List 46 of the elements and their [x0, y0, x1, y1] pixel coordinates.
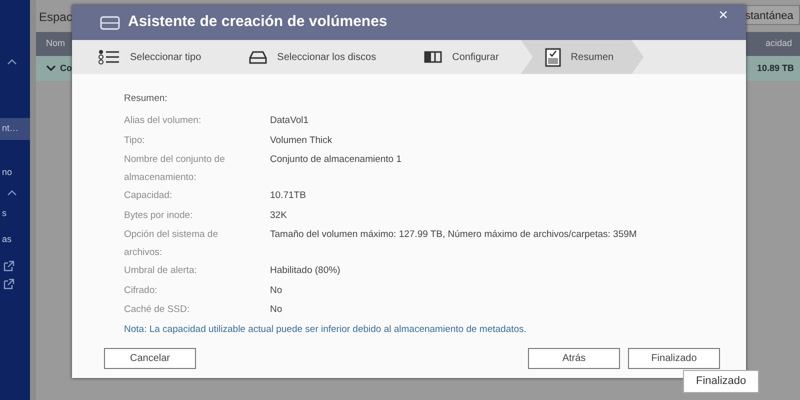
field-value: Volumen Thick [270, 134, 334, 148]
field-value: Conjunto de almacenamiento 1 [270, 153, 403, 168]
field-label: Umbral de alerta: [124, 264, 198, 278]
table-cell-text: 10.89 TB [756, 62, 794, 74]
external-link-icon [3, 278, 15, 290]
columns-icon [424, 50, 442, 64]
sidebar-item[interactable]: no [0, 162, 30, 183]
column-header: Nom [46, 37, 66, 50]
wizard-step[interactable]: Resumen [520, 40, 644, 74]
wizard-step[interactable]: Seleccionar los discos [223, 40, 398, 74]
field-value: 10.71TB [270, 189, 307, 204]
field-label: Cifrado: [124, 284, 158, 298]
sidebar-item[interactable]: nt… [0, 118, 30, 140]
page-title: Espac [39, 9, 72, 26]
dialog-button[interactable]: Atrás [528, 348, 620, 369]
sidebar-item[interactable]: s [0, 203, 30, 224]
dialog-title: Asistente de creación de volúmenes [128, 12, 388, 32]
field-label: Capacidad: [124, 189, 174, 204]
field-label: Tipo: [124, 134, 146, 148]
field-label: Bytes por inode: [124, 208, 194, 223]
field-value: 32K [270, 208, 288, 223]
drive-icon [100, 16, 120, 30]
note-text: Nota: La capacidad utilizable actual puede ser inferior debido al almacenamiento de metadatos. [124, 322, 528, 337]
close-button[interactable]: × [716, 8, 730, 24]
wizard-step[interactable]: Seleccionar tipo [72, 40, 224, 74]
field-value: Habilitado (80%) [270, 264, 342, 278]
field-value: No [270, 303, 284, 318]
field-value: No [270, 284, 284, 298]
dialog-button[interactable]: Finalizado [628, 348, 720, 369]
field-value: DataVol1 [270, 114, 310, 128]
field-label: Nombre del conjunto de almacenamiento: [124, 153, 226, 186]
external-link-icon [3, 260, 15, 272]
section-heading: Resumen: [124, 92, 168, 106]
field-label: Caché de SSD: [124, 303, 190, 318]
clipboard-check-icon [544, 47, 561, 67]
column-header: acidad [765, 37, 792, 50]
list-icon [98, 49, 120, 65]
table-cell-text: Co [60, 62, 72, 74]
drive-icon [249, 50, 268, 64]
wizard-step[interactable]: Configurar [398, 40, 521, 74]
field-value: Tamaño del volumen máximo: 127.99 TB, Número máximo de archivos/carpetas: 359M [270, 228, 638, 242]
field-label: Opción del sistema de archivos: [124, 228, 219, 260]
field-label: Alias del volumen: [124, 114, 202, 128]
cancel-button[interactable]: Cancelar [104, 348, 196, 369]
tooltip: Finalizado [683, 370, 760, 392]
sidebar-item[interactable]: as [0, 228, 30, 250]
